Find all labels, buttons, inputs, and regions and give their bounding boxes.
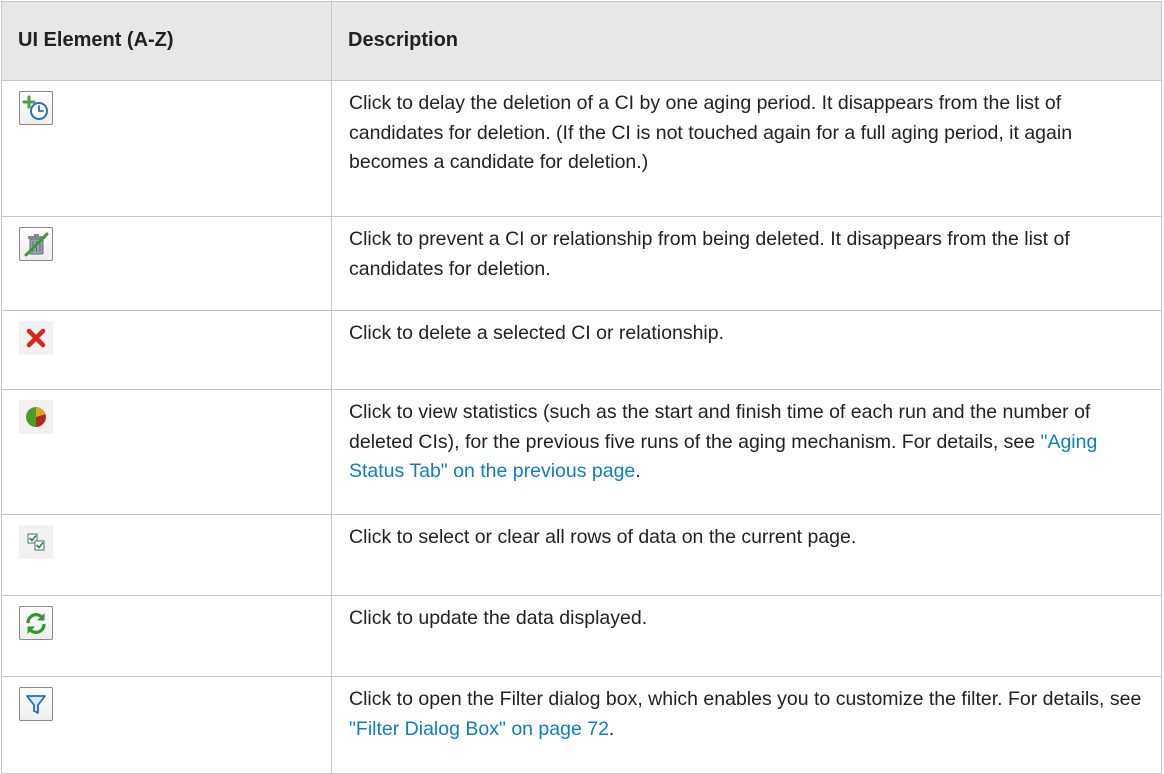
ui-element-cell [1, 676, 332, 774]
ui-elements-table: UI Element (A-Z) Description Click to de… [1, 1, 1162, 774]
description-cell: Click to delete a selected CI or relatio… [331, 310, 1162, 390]
table-header-row: UI Element (A-Z) Description [1, 1, 1162, 81]
select-all-icon[interactable] [19, 525, 55, 561]
description-text: Click to open the Filter dialog box, whi… [349, 688, 1142, 710]
ui-element-cell [1, 310, 332, 390]
description-cell: Click to select or clear all rows of dat… [331, 514, 1162, 596]
description-text-end: . [608, 717, 615, 740]
pie-chart-icon[interactable] [19, 400, 55, 436]
table-row: Click to open the Filter dialog box, whi… [1, 676, 1162, 774]
table-row: Click to select or clear all rows of dat… [1, 514, 1162, 596]
table-row: Click to update the data displayed. [1, 595, 1162, 677]
refresh-icon[interactable] [19, 606, 55, 642]
table-row: Click to view statistics (such as the st… [1, 389, 1162, 515]
filter-dialog-box-link[interactable]: "Filter Dialog Box" on page 72 [349, 718, 609, 740]
description-cell: Click to view statistics (such as the st… [331, 389, 1162, 515]
description-text: Click to view statistics (such as the st… [349, 401, 1091, 453]
ui-element-cell [1, 514, 332, 596]
delete-x-icon[interactable] [19, 321, 55, 357]
table-row: Click to delay the deletion of a CI by o… [1, 80, 1162, 217]
description-cell: Click to update the data displayed. [331, 595, 1162, 677]
description-cell: Click to delay the deletion of a CI by o… [331, 80, 1162, 217]
ui-element-cell [1, 80, 332, 217]
description-cell: Click to open the Filter dialog box, whi… [331, 676, 1162, 774]
description-text-end: . [635, 460, 641, 482]
ui-element-cell [1, 216, 332, 311]
description-cell: Click to prevent a CI or relationship fr… [331, 216, 1162, 311]
ui-element-cell [1, 389, 332, 515]
header-description: Description [331, 1, 1162, 81]
table-row: Click to delete a selected CI or relatio… [1, 310, 1162, 390]
filter-icon[interactable] [19, 687, 55, 723]
clock-plus-icon[interactable] [19, 91, 55, 127]
table-row: Click to prevent a CI or relationship fr… [1, 216, 1162, 311]
header-ui-element: UI Element (A-Z) [1, 1, 332, 81]
trash-slash-icon[interactable] [19, 227, 55, 263]
ui-element-cell [1, 595, 332, 677]
